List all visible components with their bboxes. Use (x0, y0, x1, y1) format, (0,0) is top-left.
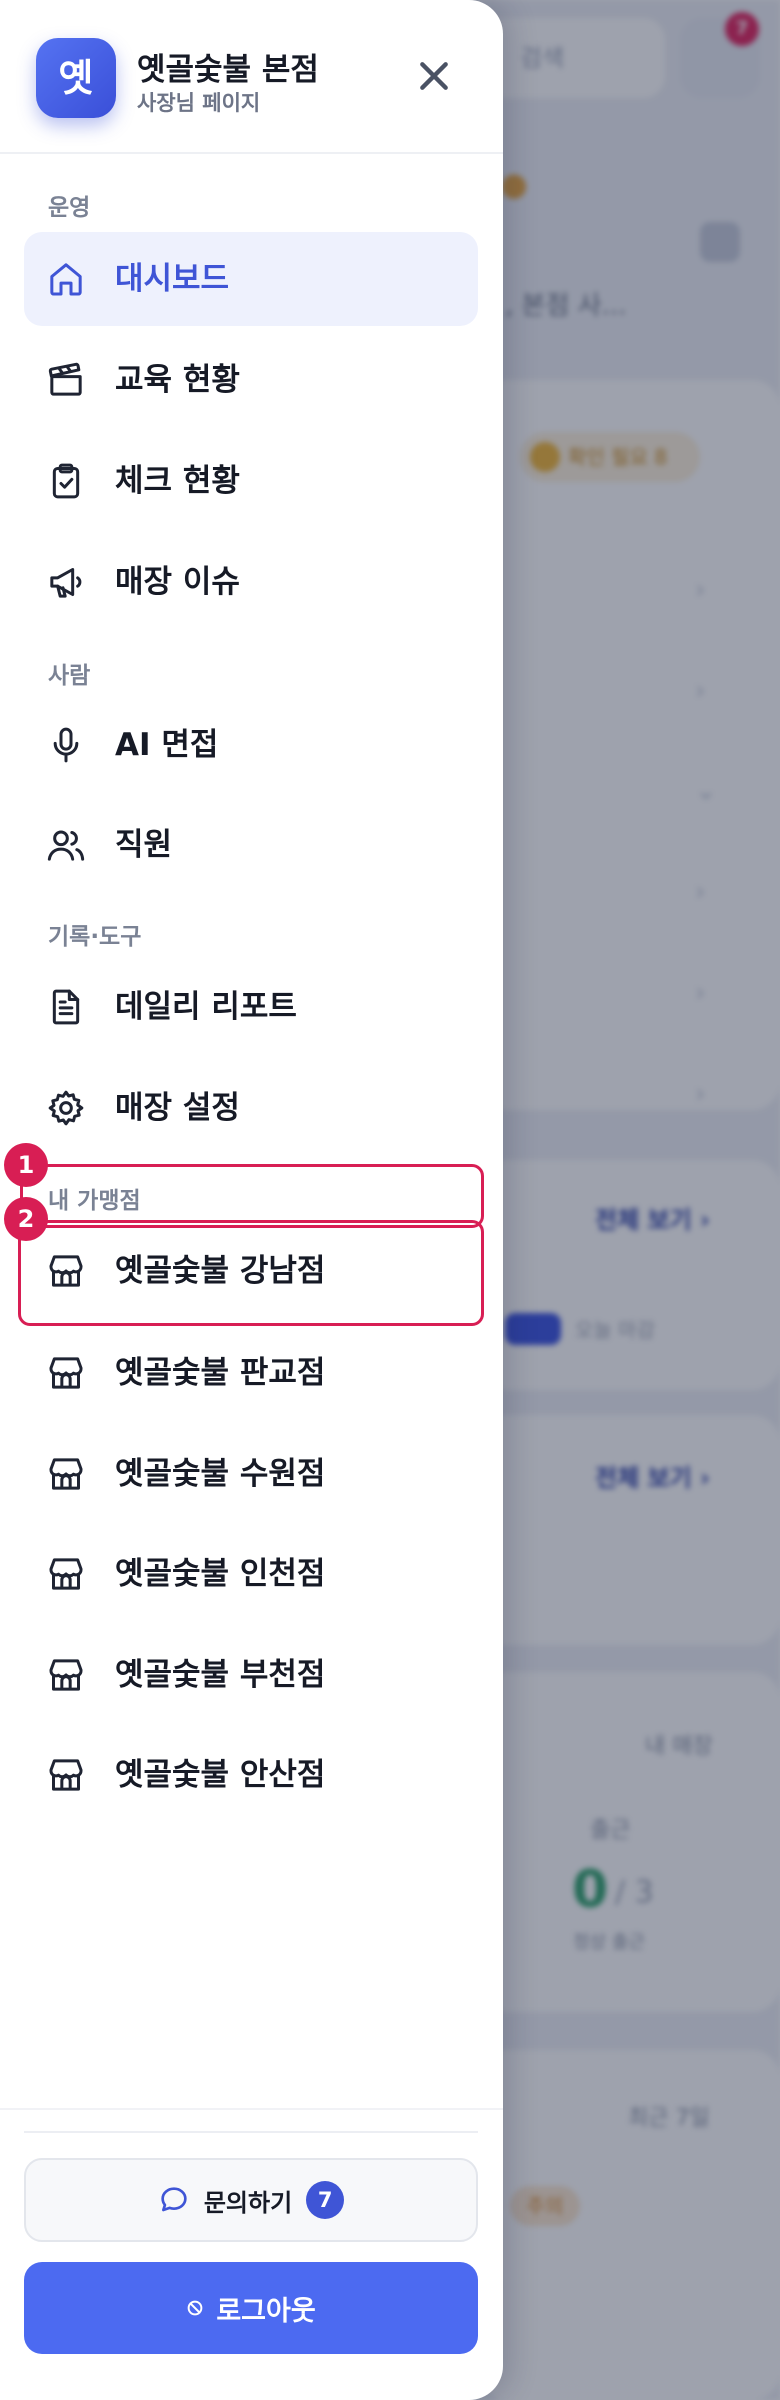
close-icon (420, 62, 448, 90)
logout-button[interactable]: 로그아웃 (24, 2262, 478, 2354)
storefront-icon (49, 1458, 83, 1490)
nav-item-store-incheon[interactable]: 옛골숯불 인천점 (24, 1527, 478, 1621)
nav-label: 체크 현황 (115, 463, 240, 499)
inquiry-count-badge: 7 (306, 2181, 345, 2219)
close-button[interactable] (398, 40, 470, 112)
nav-label: 옛골숯불 안산점 (115, 1757, 326, 1793)
nav-item-store-pangyo[interactable]: 옛골숯불 판교점 (24, 1326, 478, 1420)
nav-item-check[interactable]: 체크 현황 (24, 434, 478, 528)
store-logo: 옛 (36, 38, 116, 118)
nav-label: 옛골숯불 수원점 (115, 1456, 326, 1492)
nav-item-daily-report[interactable]: 데일리 리포트 (24, 960, 478, 1054)
logout-label: 로그아웃 (216, 2295, 316, 2327)
nav-label: 데일리 리포트 (115, 989, 297, 1025)
highlight-box-2 (18, 1220, 484, 1326)
nav-label: 옛골숯불 부천점 (115, 1657, 326, 1693)
nav-item-store-suwon[interactable]: 옛골숯불 수원점 (24, 1427, 478, 1521)
footer-divider-inner (24, 2131, 478, 2133)
storefront-icon (49, 1759, 83, 1791)
store-name: 옛골숯불 본점 (137, 52, 319, 88)
nav-label: 직원 (115, 827, 173, 863)
nav-label: 매장 설정 (115, 1090, 240, 1126)
marker-2: 2 (4, 1197, 48, 1241)
megaphone-icon (50, 568, 82, 598)
side-drawer: 옛 옛골숯불 본점 사장님 페이지 운영 대시보드 교육 현황 체크 현황 매장… (0, 0, 503, 2400)
clipboard-check-icon (52, 463, 80, 499)
nav-item-issues[interactable]: 매장 이슈 (24, 535, 478, 629)
highlight-box-1 (20, 1164, 484, 1228)
logout-icon (187, 2300, 203, 2316)
document-icon (52, 989, 80, 1025)
chat-bubble-icon (161, 2187, 187, 2212)
nav-item-dashboard[interactable]: 대시보드 (24, 232, 478, 326)
section-label-tools: 기록·도구 (48, 924, 142, 950)
storefront-icon (49, 1357, 83, 1389)
marker-1: 1 (4, 1143, 48, 1187)
microphone-icon (53, 727, 79, 763)
nav-item-store-bucheon[interactable]: 옛골숯불 부천점 (24, 1628, 478, 1722)
section-label-operations: 운영 (48, 195, 91, 221)
nav-item-store-ansan[interactable]: 옛골숯불 안산점 (24, 1728, 478, 1822)
storefront-icon (49, 1659, 83, 1691)
nav-item-ai-interview[interactable]: AI 면접 (24, 698, 478, 792)
section-label-people: 사람 (48, 663, 91, 689)
gear-icon (48, 1090, 84, 1126)
nav-item-education[interactable]: 교육 현황 (24, 333, 478, 427)
nav-label: 옛골숯불 판교점 (115, 1355, 326, 1391)
inquiry-label: 문의하기 (203, 2188, 293, 2217)
nav-item-store-settings[interactable]: 매장 설정 (24, 1061, 478, 1155)
users-icon (47, 830, 85, 861)
nav-label: 교육 현황 (115, 362, 240, 398)
nav-label: 대시보드 (115, 261, 230, 297)
clapperboard-icon (48, 362, 82, 396)
nav-label: 옛골숯불 인천점 (115, 1556, 326, 1592)
drawer-header: 옛 옛골숯불 본점 사장님 페이지 (0, 0, 503, 154)
footer-divider (0, 2108, 503, 2110)
storefront-icon (49, 1558, 83, 1590)
nav-label: 매장 이슈 (115, 564, 240, 600)
nav-label: AI 면접 (115, 727, 219, 763)
home-icon (50, 263, 82, 296)
store-subtitle: 사장님 페이지 (137, 91, 261, 115)
nav-item-staff[interactable]: 직원 (24, 798, 478, 892)
inquiry-button[interactable]: 문의하기 7 (24, 2158, 478, 2242)
